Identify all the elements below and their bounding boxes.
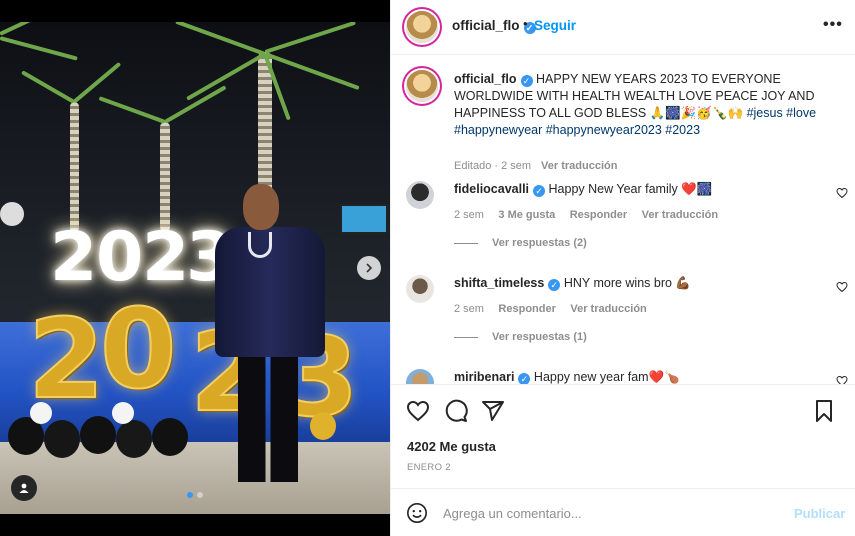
carousel-dot[interactable] <box>187 492 193 498</box>
commenter-avatar[interactable] <box>406 275 434 303</box>
view-replies-button[interactable]: Ver respuestas (1) <box>454 331 587 343</box>
caption-avatar[interactable] <box>406 70 438 102</box>
comment-input[interactable] <box>443 501 773 525</box>
comment-username[interactable]: miribenari <box>454 370 514 384</box>
palm-leaf <box>264 52 360 91</box>
balloon <box>112 402 134 424</box>
comment-body: Happy new year fam❤️🍗 <box>533 370 680 384</box>
person-head <box>243 184 279 230</box>
comment-body: Happy New Year family ❤️🎆 <box>548 182 713 196</box>
user-tag-icon <box>19 483 29 493</box>
comment-time: 2 sem <box>454 303 484 315</box>
replies-label: Ver respuestas (1) <box>492 331 587 343</box>
replies-line <box>454 242 478 244</box>
translate-link[interactable]: Ver traducción <box>570 303 646 315</box>
comment-likes[interactable]: 3 Me gusta <box>498 209 555 221</box>
separator-dot: • <box>523 16 528 31</box>
palm-trunk <box>70 102 79 232</box>
commenter-avatar[interactable] <box>406 181 434 209</box>
publish-button[interactable]: Publicar <box>794 506 845 521</box>
neon-sign-digit: 2 <box>50 218 98 297</box>
translate-link[interactable]: Ver traducción <box>541 160 617 172</box>
comment-meta: 2 sem Responder Ver traducción <box>454 299 657 317</box>
reply-button[interactable]: Responder <box>498 303 555 315</box>
comment-body: HNY more wins bro 💪🏾 <box>563 276 691 290</box>
heart-icon[interactable] <box>836 375 848 384</box>
replies-label: Ver respuestas (2) <box>492 237 587 249</box>
caption-text: official_flo ✓ HAPPY NEW YEARS 2023 TO EV… <box>454 71 834 139</box>
neon-sign-digit: 0 <box>96 218 144 297</box>
verified-icon: ✓ <box>520 75 533 87</box>
gold-balloon-digit: 2 <box>27 295 106 423</box>
likes-count[interactable]: 4202 Me gusta <box>407 439 496 454</box>
post-date: ENERO 2 <box>407 462 451 473</box>
balloon <box>80 416 116 454</box>
palm-leaf <box>186 52 266 101</box>
palm-leaf <box>0 36 78 61</box>
comment-composer: Publicar <box>391 488 855 536</box>
comment-text: miribenari ✓ Happy new year fam❤️🍗 <box>454 369 814 384</box>
verified-icon: ✓ <box>533 185 546 197</box>
carousel-dot[interactable] <box>197 492 203 498</box>
verified-icon: ✓ <box>518 373 531 384</box>
replies-line <box>454 336 478 338</box>
share-icon[interactable] <box>481 399 505 423</box>
outdoor-screen <box>340 204 388 234</box>
neon-sign-digit: 2 <box>142 218 190 297</box>
palm-leaf <box>264 22 356 54</box>
comment-username[interactable]: shifta_timeless <box>454 276 544 290</box>
gold-balloon-digit: 0 <box>99 285 178 413</box>
photo-scene: 2 0 2 3 2 0 2 3 <box>0 22 390 514</box>
palm-leaf <box>98 96 166 124</box>
post-actions: 4202 Me gusta ENERO 2 <box>391 384 855 488</box>
balloon <box>116 420 152 458</box>
post-panel: official_flo ✓ • Seguir ••• official_flo ✓… <box>390 0 855 536</box>
balloon <box>310 412 336 440</box>
bookmark-icon[interactable] <box>812 399 836 423</box>
heart-icon[interactable] <box>836 281 848 293</box>
palm-leaf <box>21 70 75 104</box>
heart-icon[interactable] <box>836 187 848 199</box>
commenter-avatar[interactable] <box>406 369 434 384</box>
reply-button[interactable]: Responder <box>570 209 627 221</box>
user-tag-button[interactable] <box>11 475 37 501</box>
translate-link[interactable]: Ver traducción <box>642 209 718 221</box>
comment-text: fideliocavalli ✓ Happy New Year family ❤️… <box>454 181 814 198</box>
comment-username[interactable]: fideliocavalli <box>454 182 529 196</box>
chevron-right-icon <box>366 263 373 273</box>
comment-text: shifta_timeless ✓ HNY more wins bro 💪🏾 <box>454 275 814 292</box>
balloon <box>44 420 80 458</box>
post-header: official_flo ✓ • Seguir ••• <box>391 0 855 55</box>
palm-trunk <box>160 122 170 232</box>
person-legs <box>238 352 298 482</box>
caption-username[interactable]: official_flo <box>454 72 517 86</box>
balloon <box>0 202 24 226</box>
comment-meta: 2 sem 3 Me gusta Responder Ver traducció… <box>454 205 728 223</box>
caption-edited: Editado · 2 sem <box>454 160 532 172</box>
verified-icon: ✓ <box>548 279 561 291</box>
emoji-icon[interactable] <box>406 502 428 524</box>
chain <box>248 232 272 258</box>
follow-button[interactable]: Seguir <box>534 18 576 33</box>
carousel-dots <box>187 492 203 498</box>
palm-leaf <box>175 22 266 56</box>
view-replies-button[interactable]: Ver respuestas (2) <box>454 237 587 249</box>
post-photo[interactable]: 2 0 2 3 2 0 2 3 <box>0 0 390 536</box>
balloon <box>30 402 52 424</box>
carousel-next-button[interactable] <box>357 256 381 280</box>
heart-icon[interactable] <box>406 399 430 423</box>
comment-icon[interactable] <box>444 399 468 423</box>
author-avatar[interactable] <box>406 11 438 43</box>
comment-time: 2 sem <box>454 209 484 221</box>
comments-list[interactable]: official_flo ✓ HAPPY NEW YEARS 2023 TO EV… <box>391 56 855 384</box>
more-options-button[interactable]: ••• <box>823 16 843 34</box>
balloon <box>152 418 188 456</box>
palm-leaf <box>72 61 122 104</box>
caption-meta: Editado · 2 sem Ver traducción <box>454 160 617 172</box>
palm-leaf <box>0 22 83 36</box>
